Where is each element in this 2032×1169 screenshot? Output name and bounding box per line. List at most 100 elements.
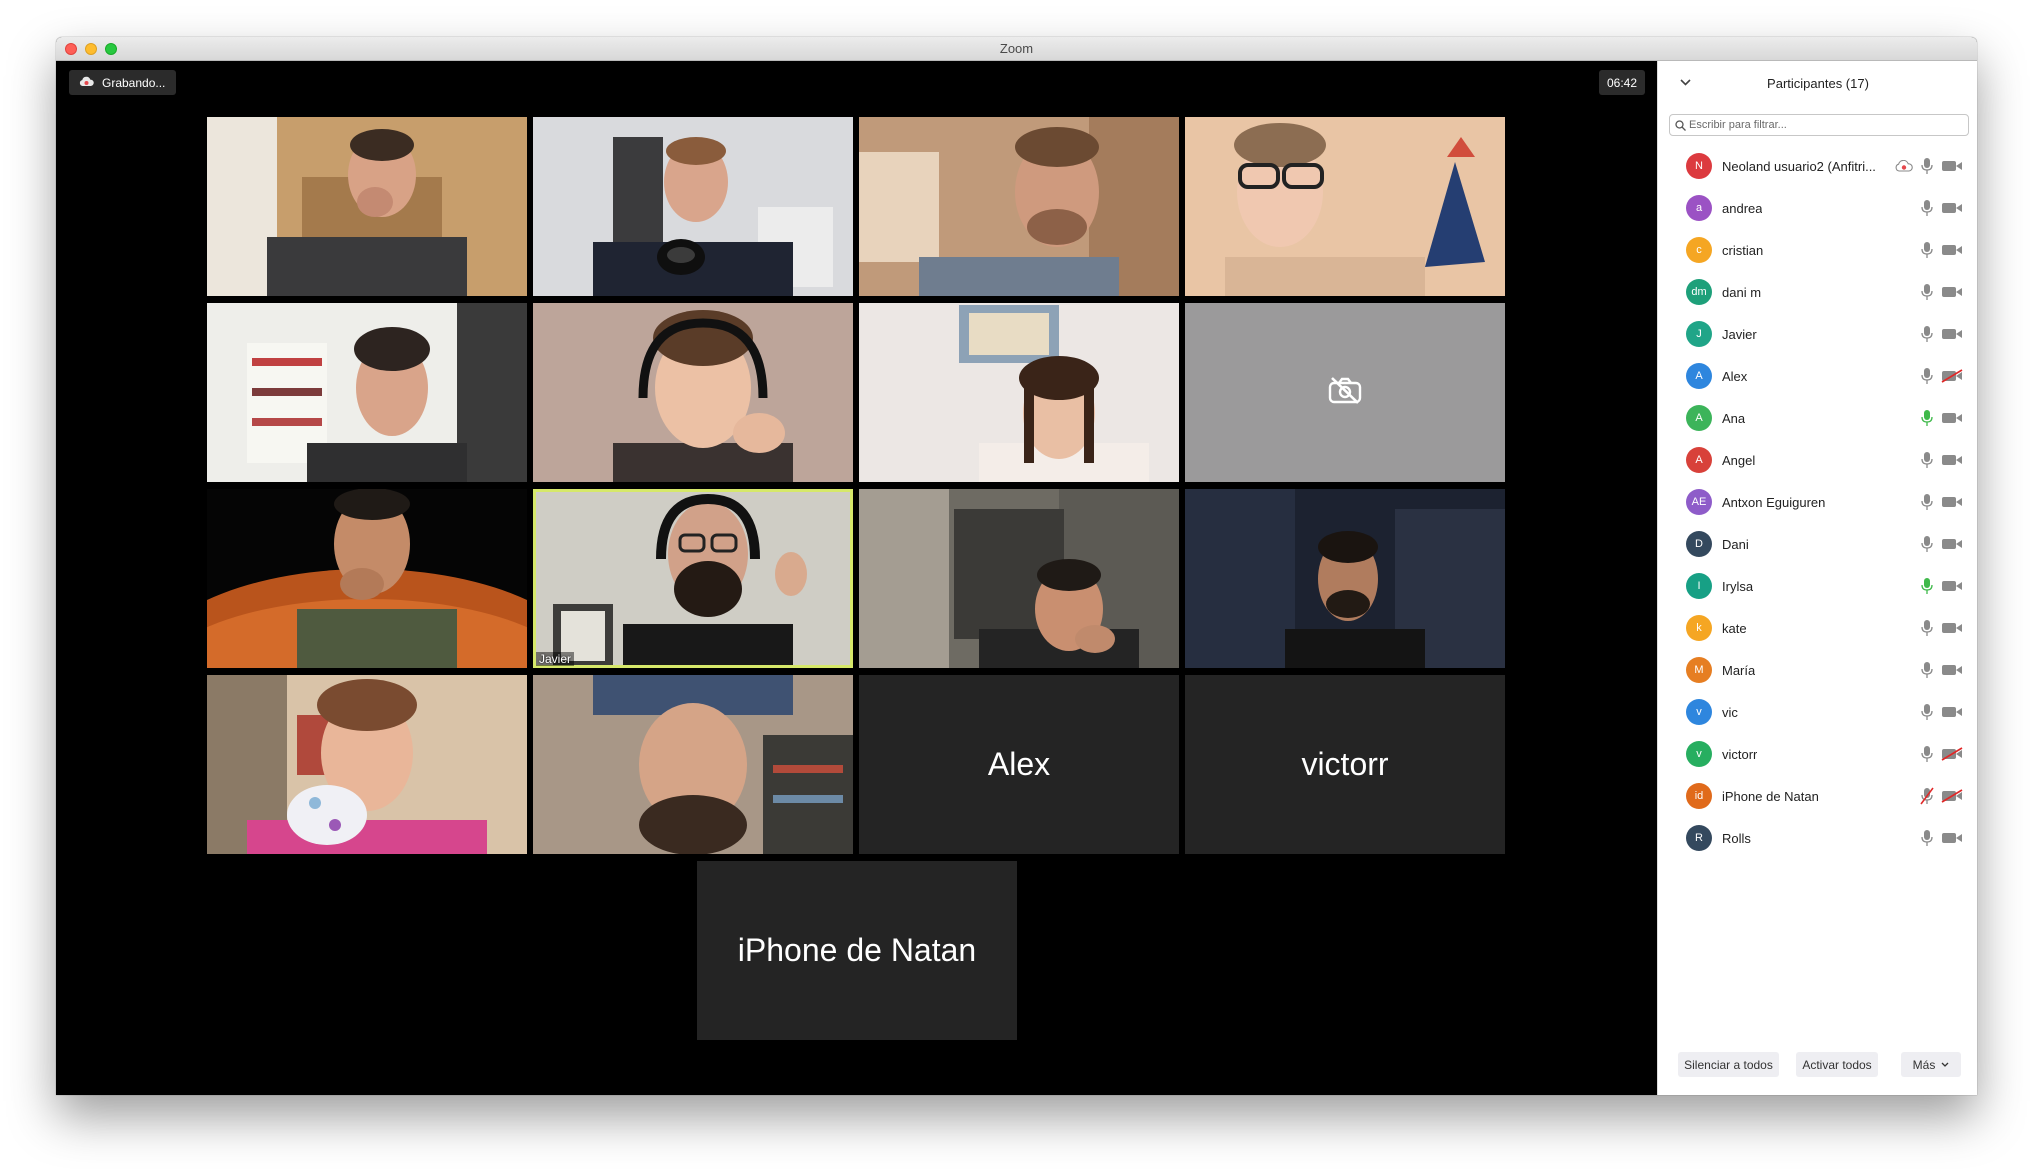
participant-search[interactable] (1669, 114, 1969, 136)
microphone-icon[interactable] (1920, 619, 1934, 637)
participant-row[interactable]: D Dani (1658, 523, 1977, 565)
video-tile[interactable] (859, 117, 1179, 296)
participant-name-text: Alex (987, 746, 1051, 782)
participant-row[interactable]: c cristian (1658, 229, 1977, 271)
participant-video (207, 675, 527, 854)
participants-header: Participantes (17) (1658, 61, 1977, 106)
video-camera-icon[interactable] (1941, 621, 1963, 635)
video-tile-name-only[interactable]: Alex (859, 675, 1179, 854)
video-camera-icon[interactable] (1941, 537, 1963, 551)
video-off-icon[interactable] (1941, 369, 1963, 383)
participant-row[interactable]: k kate (1658, 607, 1977, 649)
microphone-icon[interactable] (1920, 409, 1934, 427)
video-tile[interactable] (1185, 117, 1505, 296)
microphone-icon[interactable] (1920, 493, 1934, 511)
video-camera-icon[interactable] (1941, 201, 1963, 215)
video-off-icon[interactable] (1941, 789, 1963, 803)
participant-row[interactable]: v victorr (1658, 733, 1977, 775)
recording-indicator[interactable]: Grabando... (69, 70, 177, 95)
avatar: A (1686, 405, 1712, 431)
meeting-timer: 06:42 (1599, 70, 1645, 95)
video-tile[interactable] (533, 675, 853, 854)
participant-row[interactable]: N Neoland usuario2 (Anfitri... (1658, 145, 1977, 187)
video-camera-icon[interactable] (1941, 243, 1963, 257)
participant-row[interactable]: M María (1658, 649, 1977, 691)
participant-row[interactable]: dm dani m (1658, 271, 1977, 313)
video-camera-icon[interactable] (1941, 411, 1963, 425)
video-camera-icon[interactable] (1941, 159, 1963, 173)
participant-row[interactable]: AE Antxon Eguiguren (1658, 481, 1977, 523)
microphone-icon[interactable] (1920, 241, 1934, 259)
video-tile[interactable] (207, 117, 527, 296)
video-tile[interactable] (207, 303, 527, 482)
unmute-all-button[interactable]: Activar todos (1796, 1052, 1878, 1077)
video-camera-icon[interactable] (1941, 579, 1963, 593)
avatar: A (1686, 363, 1712, 389)
more-label: Más (1912, 1057, 1936, 1072)
avatar: a (1686, 195, 1712, 221)
participant-row[interactable]: id iPhone de Natan (1658, 775, 1977, 817)
microphone-icon[interactable] (1920, 367, 1934, 385)
participant-row[interactable]: I Irylsa (1658, 565, 1977, 607)
microphone-icon[interactable] (1920, 283, 1934, 301)
video-off-icon[interactable] (1941, 747, 1963, 761)
video-tile-name-only[interactable]: iPhone de Natan (697, 861, 1017, 1040)
video-tile[interactable] (207, 489, 527, 668)
participant-row[interactable]: R Rolls (1658, 817, 1977, 859)
cloud-record-icon (79, 76, 94, 90)
speaker-name-label: Javier (536, 652, 575, 666)
video-tile[interactable] (533, 117, 853, 296)
participant-row[interactable]: A Angel (1658, 439, 1977, 481)
video-tile-name-only[interactable]: victorr (1185, 675, 1505, 854)
mute-all-button[interactable]: Silenciar a todos (1678, 1052, 1779, 1077)
microphone-icon[interactable] (1920, 661, 1934, 679)
video-tile-active-speaker[interactable]: Javier (533, 489, 853, 668)
more-button[interactable]: Más (1901, 1052, 1961, 1077)
video-tile[interactable] (859, 489, 1179, 668)
participant-name: Ana (1722, 410, 1746, 426)
participant-row[interactable]: A Alex (1658, 355, 1977, 397)
microphone-icon[interactable] (1920, 703, 1934, 721)
participant-name: kate (1722, 620, 1747, 636)
video-camera-icon[interactable] (1941, 705, 1963, 719)
video-camera-icon[interactable] (1941, 663, 1963, 677)
participant-row[interactable]: A Ana (1658, 397, 1977, 439)
microphone-icon[interactable] (1920, 199, 1934, 217)
video-camera-icon[interactable] (1941, 495, 1963, 509)
microphone-icon[interactable] (1920, 157, 1934, 175)
video-tile[interactable] (1185, 489, 1505, 668)
participant-video (1185, 117, 1505, 296)
avatar: N (1686, 153, 1712, 179)
video-camera-icon[interactable] (1941, 831, 1963, 845)
microphone-icon[interactable] (1920, 451, 1934, 469)
participant-video (1185, 489, 1505, 668)
video-camera-icon[interactable] (1941, 453, 1963, 467)
participant-video (533, 303, 853, 482)
video-camera-icon[interactable] (1941, 285, 1963, 299)
microphone-icon[interactable] (1920, 325, 1934, 343)
video-tile[interactable] (533, 303, 853, 482)
participants-footer: Silenciar a todos Activar todos Más (1658, 1039, 1977, 1095)
microphone-icon[interactable] (1920, 577, 1934, 595)
avatar: A (1686, 447, 1712, 473)
participant-name: victorr (1722, 746, 1758, 762)
video-camera-icon[interactable] (1941, 327, 1963, 341)
avatar: c (1686, 237, 1712, 263)
participant-row[interactable]: J Javier (1658, 313, 1977, 355)
video-tile[interactable] (207, 675, 527, 854)
video-tile[interactable] (859, 303, 1179, 482)
chevron-down-icon (1941, 1062, 1949, 1067)
participant-video (207, 117, 527, 296)
microphone-icon[interactable] (1920, 745, 1934, 763)
search-input[interactable] (1689, 119, 1959, 131)
avatar: D (1686, 531, 1712, 557)
recording-icon (1895, 160, 1913, 172)
microphone-icon[interactable] (1920, 829, 1934, 847)
mic-off-icon[interactable] (1920, 787, 1934, 805)
participant-name: Rolls (1722, 830, 1751, 846)
microphone-icon[interactable] (1920, 535, 1934, 553)
participant-row[interactable]: v vic (1658, 691, 1977, 733)
video-tile-camera-off[interactable] (1185, 303, 1505, 482)
participant-name: cristian (1722, 242, 1764, 258)
participant-row[interactable]: a andrea (1658, 187, 1977, 229)
